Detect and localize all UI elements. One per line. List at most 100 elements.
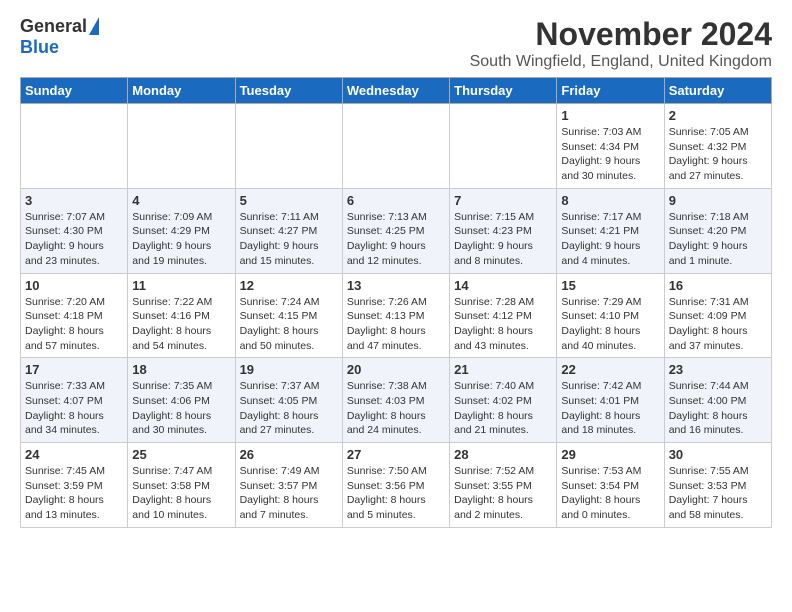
calendar-week-row: 3 Sunrise: 7:07 AM Sunset: 4:30 PM Daylig… bbox=[21, 188, 772, 273]
day-number: 13 bbox=[347, 278, 445, 293]
day-info: Sunrise: 7:44 AM Sunset: 4:00 PM Dayligh… bbox=[669, 379, 767, 438]
weekday-header-saturday: Saturday bbox=[664, 78, 771, 104]
day-number: 10 bbox=[25, 278, 123, 293]
day-info: Sunrise: 7:18 AM Sunset: 4:20 PM Dayligh… bbox=[669, 210, 767, 269]
weekday-header-monday: Monday bbox=[128, 78, 235, 104]
day-number: 26 bbox=[240, 447, 338, 462]
calendar-cell: 20Sunrise: 7:38 AM Sunset: 4:03 PM Dayli… bbox=[342, 358, 449, 443]
day-info: Sunrise: 7:13 AM Sunset: 4:25 PM Dayligh… bbox=[347, 210, 445, 269]
day-info: Sunrise: 7:37 AM Sunset: 4:05 PM Dayligh… bbox=[240, 379, 338, 438]
calendar-cell: 17Sunrise: 7:33 AM Sunset: 4:07 PM Dayli… bbox=[21, 358, 128, 443]
day-number: 7 bbox=[454, 193, 552, 208]
month-title: November 2024 bbox=[470, 16, 772, 53]
calendar-cell bbox=[21, 104, 128, 189]
calendar-cell: 12 Sunrise: 7:24 AM Sunset: 4:15 PM Dayli… bbox=[235, 273, 342, 358]
calendar-week-row: 1Sunrise: 7:03 AM Sunset: 4:34 PM Daylig… bbox=[21, 104, 772, 189]
day-number: 23 bbox=[669, 362, 767, 377]
calendar-cell: 28Sunrise: 7:52 AM Sunset: 3:55 PM Dayli… bbox=[450, 443, 557, 528]
day-info: Sunrise: 7:50 AM Sunset: 3:56 PM Dayligh… bbox=[347, 464, 445, 523]
calendar-cell: 1Sunrise: 7:03 AM Sunset: 4:34 PM Daylig… bbox=[557, 104, 664, 189]
day-number: 24 bbox=[25, 447, 123, 462]
day-info: Sunrise: 7:11 AM Sunset: 4:27 PM Dayligh… bbox=[240, 210, 338, 269]
calendar-cell: 2 Sunrise: 7:05 AM Sunset: 4:32 PM Daylig… bbox=[664, 104, 771, 189]
day-info: Sunrise: 7:07 AM Sunset: 4:30 PM Dayligh… bbox=[25, 210, 123, 269]
calendar-cell bbox=[450, 104, 557, 189]
day-info: Sunrise: 7:55 AM Sunset: 3:53 PM Dayligh… bbox=[669, 464, 767, 523]
calendar-cell: 13 Sunrise: 7:26 AM Sunset: 4:13 PM Dayli… bbox=[342, 273, 449, 358]
location-subtitle: South Wingfield, England, United Kingdom bbox=[470, 53, 772, 71]
calendar-week-row: 17Sunrise: 7:33 AM Sunset: 4:07 PM Dayli… bbox=[21, 358, 772, 443]
day-number: 30 bbox=[669, 447, 767, 462]
day-info: Sunrise: 7:31 AM Sunset: 4:09 PM Dayligh… bbox=[669, 295, 767, 354]
calendar-cell bbox=[342, 104, 449, 189]
day-info: Sunrise: 7:24 AM Sunset: 4:15 PM Dayligh… bbox=[240, 295, 338, 354]
calendar-cell bbox=[128, 104, 235, 189]
day-number: 29 bbox=[561, 447, 659, 462]
logo-blue-text: Blue bbox=[20, 37, 99, 58]
calendar-cell: 7 Sunrise: 7:15 AM Sunset: 4:23 PM Daylig… bbox=[450, 188, 557, 273]
day-number: 2 bbox=[669, 108, 767, 123]
weekday-header-friday: Friday bbox=[557, 78, 664, 104]
day-number: 17 bbox=[25, 362, 123, 377]
calendar-cell: 6Sunrise: 7:13 AM Sunset: 4:25 PM Daylig… bbox=[342, 188, 449, 273]
calendar-cell: 3 Sunrise: 7:07 AM Sunset: 4:30 PM Daylig… bbox=[21, 188, 128, 273]
calendar-cell: 19 Sunrise: 7:37 AM Sunset: 4:05 PM Dayli… bbox=[235, 358, 342, 443]
day-number: 18 bbox=[132, 362, 230, 377]
calendar-cell: 8Sunrise: 7:17 AM Sunset: 4:21 PM Daylig… bbox=[557, 188, 664, 273]
day-info: Sunrise: 7:40 AM Sunset: 4:02 PM Dayligh… bbox=[454, 379, 552, 438]
day-number: 12 bbox=[240, 278, 338, 293]
calendar-cell: 11 Sunrise: 7:22 AM Sunset: 4:16 PM Dayli… bbox=[128, 273, 235, 358]
day-number: 5 bbox=[240, 193, 338, 208]
calendar-cell: 24 Sunrise: 7:45 AM Sunset: 3:59 PM Dayli… bbox=[21, 443, 128, 528]
day-info: Sunrise: 7:47 AM Sunset: 3:58 PM Dayligh… bbox=[132, 464, 230, 523]
calendar-cell: 22 Sunrise: 7:42 AM Sunset: 4:01 PM Dayli… bbox=[557, 358, 664, 443]
title-block: November 2024 South Wingfield, England, … bbox=[470, 16, 772, 71]
day-info: Sunrise: 7:26 AM Sunset: 4:13 PM Dayligh… bbox=[347, 295, 445, 354]
calendar-cell: 4 Sunrise: 7:09 AM Sunset: 4:29 PM Daylig… bbox=[128, 188, 235, 273]
calendar-cell: 26 Sunrise: 7:49 AM Sunset: 3:57 PM Dayli… bbox=[235, 443, 342, 528]
day-info: Sunrise: 7:53 AM Sunset: 3:54 PM Dayligh… bbox=[561, 464, 659, 523]
day-number: 9 bbox=[669, 193, 767, 208]
day-info: Sunrise: 7:49 AM Sunset: 3:57 PM Dayligh… bbox=[240, 464, 338, 523]
day-number: 15 bbox=[561, 278, 659, 293]
weekday-header-wednesday: Wednesday bbox=[342, 78, 449, 104]
day-number: 4 bbox=[132, 193, 230, 208]
weekday-header-sunday: Sunday bbox=[21, 78, 128, 104]
day-number: 27 bbox=[347, 447, 445, 462]
calendar-cell: 9 Sunrise: 7:18 AM Sunset: 4:20 PM Daylig… bbox=[664, 188, 771, 273]
day-number: 8 bbox=[561, 193, 659, 208]
header: General Blue November 2024 South Wingfie… bbox=[20, 16, 772, 71]
day-info: Sunrise: 7:09 AM Sunset: 4:29 PM Dayligh… bbox=[132, 210, 230, 269]
day-info: Sunrise: 7:45 AM Sunset: 3:59 PM Dayligh… bbox=[25, 464, 123, 523]
calendar-cell: 16 Sunrise: 7:31 AM Sunset: 4:09 PM Dayli… bbox=[664, 273, 771, 358]
calendar-week-row: 24 Sunrise: 7:45 AM Sunset: 3:59 PM Dayli… bbox=[21, 443, 772, 528]
day-number: 22 bbox=[561, 362, 659, 377]
logo: General Blue bbox=[20, 16, 99, 58]
day-number: 3 bbox=[25, 193, 123, 208]
day-number: 25 bbox=[132, 447, 230, 462]
day-info: Sunrise: 7:03 AM Sunset: 4:34 PM Dayligh… bbox=[561, 125, 659, 184]
day-info: Sunrise: 7:38 AM Sunset: 4:03 PM Dayligh… bbox=[347, 379, 445, 438]
calendar-cell: 5 Sunrise: 7:11 AM Sunset: 4:27 PM Daylig… bbox=[235, 188, 342, 273]
weekday-header-tuesday: Tuesday bbox=[235, 78, 342, 104]
day-info: Sunrise: 7:42 AM Sunset: 4:01 PM Dayligh… bbox=[561, 379, 659, 438]
logo-triangle-icon bbox=[89, 17, 99, 35]
day-info: Sunrise: 7:52 AM Sunset: 3:55 PM Dayligh… bbox=[454, 464, 552, 523]
calendar-cell bbox=[235, 104, 342, 189]
calendar-cell: 25 Sunrise: 7:47 AM Sunset: 3:58 PM Dayli… bbox=[128, 443, 235, 528]
day-info: Sunrise: 7:05 AM Sunset: 4:32 PM Dayligh… bbox=[669, 125, 767, 184]
calendar-cell: 21Sunrise: 7:40 AM Sunset: 4:02 PM Dayli… bbox=[450, 358, 557, 443]
day-info: Sunrise: 7:20 AM Sunset: 4:18 PM Dayligh… bbox=[25, 295, 123, 354]
day-info: Sunrise: 7:29 AM Sunset: 4:10 PM Dayligh… bbox=[561, 295, 659, 354]
day-info: Sunrise: 7:22 AM Sunset: 4:16 PM Dayligh… bbox=[132, 295, 230, 354]
day-info: Sunrise: 7:28 AM Sunset: 4:12 PM Dayligh… bbox=[454, 295, 552, 354]
day-number: 19 bbox=[240, 362, 338, 377]
calendar-cell: 30 Sunrise: 7:55 AM Sunset: 3:53 PM Dayli… bbox=[664, 443, 771, 528]
calendar-cell: 23 Sunrise: 7:44 AM Sunset: 4:00 PM Dayli… bbox=[664, 358, 771, 443]
day-info: Sunrise: 7:15 AM Sunset: 4:23 PM Dayligh… bbox=[454, 210, 552, 269]
day-number: 11 bbox=[132, 278, 230, 293]
day-info: Sunrise: 7:35 AM Sunset: 4:06 PM Dayligh… bbox=[132, 379, 230, 438]
logo-general-text: General bbox=[20, 16, 87, 37]
calendar-header-row: SundayMondayTuesdayWednesdayThursdayFrid… bbox=[21, 78, 772, 104]
day-number: 16 bbox=[669, 278, 767, 293]
